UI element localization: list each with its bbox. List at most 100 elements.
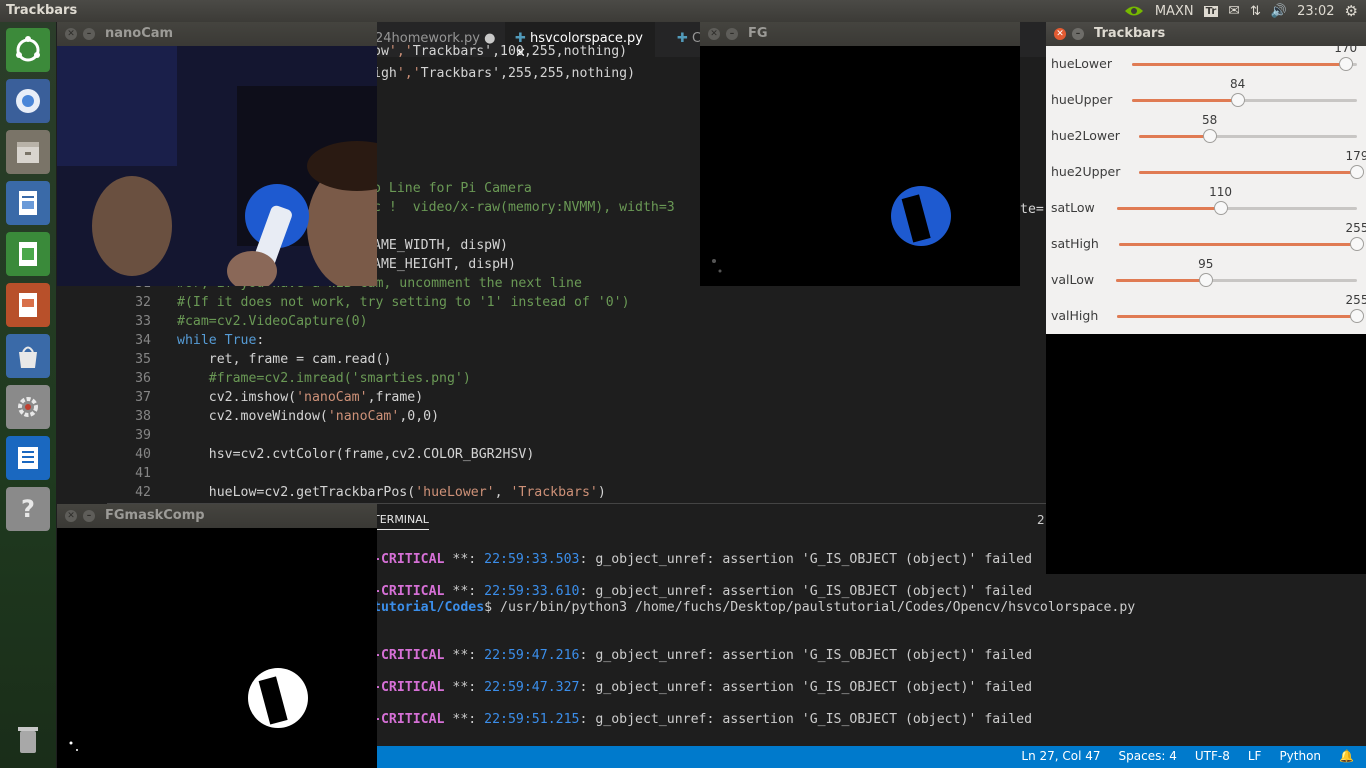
trackbar-slider[interactable] xyxy=(1132,93,1357,107)
trackbar-list: hueLower 170 hueUpper 84 hue2Lower 58 hue2Uppe… xyxy=(1046,41,1366,334)
window-title: FG xyxy=(748,26,768,41)
ubuntu-dash-icon[interactable] xyxy=(6,28,50,72)
terminal-line: -CRITICAL **: 22:59:33.503: g_object_unr… xyxy=(373,552,1033,567)
power-mode-label[interactable]: MAXN xyxy=(1155,4,1194,19)
trackbar-fill xyxy=(1116,279,1206,282)
trackbar-value: 95 xyxy=(1198,257,1214,271)
trackbar-slider[interactable] xyxy=(1117,201,1357,215)
terminal-line: tutorial/Codes$ /usr/bin/python3 /home/f… xyxy=(373,600,1136,615)
trackbar-row: hue2Lower 58 xyxy=(1046,113,1366,154)
trackbar-row: satLow 110 xyxy=(1046,185,1366,226)
trackbar-slider[interactable] xyxy=(1139,165,1364,179)
network-icon[interactable]: ⇅ xyxy=(1250,4,1261,19)
trackbar-handle[interactable] xyxy=(1338,57,1353,71)
bell-icon[interactable]: 🔔 xyxy=(1339,749,1354,763)
language-mode[interactable]: Python xyxy=(1279,749,1321,763)
fg-window: ✕ – FG xyxy=(700,22,1020,286)
window-title: Trackbars xyxy=(1094,26,1166,41)
trackbar-label: valLow xyxy=(1051,272,1095,287)
chromium-icon[interactable] xyxy=(6,79,50,123)
terminal-instance-selector[interactable]: 2 xyxy=(1037,513,1045,527)
trackbar-fill xyxy=(1139,171,1357,174)
mail-icon[interactable]: ✉ xyxy=(1228,3,1240,19)
trackbar-value: 179 xyxy=(1345,149,1366,163)
close-icon[interactable]: ✕ xyxy=(1054,28,1066,40)
minimize-icon[interactable]: – xyxy=(1072,28,1084,40)
status-bar: Ln 27, Col 47 Spaces: 4 UTF-8 LF Python … xyxy=(377,746,1366,768)
trackbar-fill xyxy=(1132,63,1346,66)
files-icon[interactable] xyxy=(6,130,50,174)
trackbar-value: 255 xyxy=(1345,293,1366,307)
trackbar-handle[interactable] xyxy=(1350,237,1364,251)
camera-feed xyxy=(57,46,377,286)
trackbar-value: 170 xyxy=(1334,41,1358,55)
software-center-icon[interactable] xyxy=(6,334,50,378)
trackbar-fill xyxy=(1117,207,1221,210)
trackbar-label: satHigh xyxy=(1051,236,1099,251)
trackbar-slider[interactable] xyxy=(1119,237,1364,251)
window-title: nanoCam xyxy=(105,26,174,41)
gear-icon[interactable]: ⚙ xyxy=(1345,2,1358,20)
trackbar-label: valHigh xyxy=(1051,308,1099,323)
terminal-line: -CRITICAL **: 22:59:33.610: g_object_unr… xyxy=(373,584,1033,599)
trackbar-label: hueLower xyxy=(1051,56,1112,71)
terminal-line: -CRITICAL **: 22:59:51.215: g_object_unr… xyxy=(373,712,1033,727)
launcher: ? xyxy=(0,22,56,768)
volume-icon[interactable]: 🔊 xyxy=(1271,4,1287,19)
system-tray: MAXN Tr ✉ ⇅ 🔊 23:02 ⚙ xyxy=(1123,0,1366,22)
window-titlebar[interactable]: ✕ – nanoCam xyxy=(57,22,377,46)
line-ending[interactable]: LF xyxy=(1248,749,1262,763)
trackbar-row: hue2Upper 179 xyxy=(1046,149,1366,190)
trackbar-value: 58 xyxy=(1201,113,1218,127)
trackbar-handle[interactable] xyxy=(1213,201,1228,215)
trackbar-row: hueLower 170 xyxy=(1046,41,1366,82)
window-titlebar[interactable]: ✕ – FG xyxy=(700,22,1020,46)
window-title: FGmaskComp xyxy=(105,508,205,523)
nanocam-window: ✕ – nanoCam xyxy=(57,22,377,286)
window-titlebar[interactable]: ✕ – Trackbars xyxy=(1046,22,1366,46)
terminal-line: -CRITICAL **: 22:59:47.216: g_object_unr… xyxy=(373,648,1033,663)
impress-icon[interactable] xyxy=(6,283,50,327)
calc-icon[interactable] xyxy=(6,232,50,276)
settings-icon[interactable] xyxy=(6,385,50,429)
trackbar-handle[interactable] xyxy=(1230,93,1245,107)
encoding[interactable]: UTF-8 xyxy=(1195,749,1230,763)
trackbar-label: hue2Upper xyxy=(1051,164,1121,179)
nvidia-icon[interactable] xyxy=(1123,4,1145,18)
close-icon[interactable]: ✕ xyxy=(65,28,77,40)
trackbar-slider[interactable] xyxy=(1116,273,1357,287)
active-window-title: Trackbars xyxy=(6,3,78,18)
trackbar-handle[interactable] xyxy=(1350,309,1364,323)
top-panel: Trackbars MAXN Tr ✉ ⇅ 🔊 23:02 ⚙ xyxy=(0,0,1366,22)
indentation[interactable]: Spaces: 4 xyxy=(1119,749,1177,763)
help-icon[interactable]: ? xyxy=(6,487,50,531)
keyboard-icon[interactable]: Tr xyxy=(1203,5,1219,17)
writer-icon[interactable] xyxy=(6,181,50,225)
fg-window-tail-text: te= xyxy=(1020,202,1044,217)
trackbar-slider[interactable] xyxy=(1139,129,1357,143)
trackbar-label: hueUpper xyxy=(1051,92,1113,107)
trackbar-handle[interactable] xyxy=(1198,273,1213,287)
minimize-icon[interactable]: – xyxy=(83,28,95,40)
minimize-icon[interactable]: – xyxy=(726,28,738,40)
foreground-view xyxy=(700,46,1020,286)
trackbar-handle[interactable] xyxy=(1350,165,1364,179)
trackbar-label: hue2Lower xyxy=(1051,128,1120,143)
window-titlebar[interactable]: ✕ – FGmaskComp xyxy=(57,504,377,528)
close-icon[interactable]: ✕ xyxy=(708,28,720,40)
trackbar-label: satLow xyxy=(1051,200,1095,215)
trackbars-window: ✕ – Trackbars hueLower 170 hueUpper 84 hue2L… xyxy=(1046,22,1366,574)
vscode-icon[interactable] xyxy=(6,436,50,480)
trackbar-fill xyxy=(1132,99,1238,102)
trackbar-value: 84 xyxy=(1229,77,1246,91)
trackbar-slider[interactable] xyxy=(1117,309,1364,323)
trash-icon[interactable] xyxy=(6,718,50,762)
clock[interactable]: 23:02 xyxy=(1297,4,1334,19)
trackbar-row: valHigh 255 xyxy=(1046,293,1366,334)
cursor-position[interactable]: Ln 27, Col 47 xyxy=(1021,749,1100,763)
tab-terminal[interactable]: TERMINAL xyxy=(373,513,429,530)
minimize-icon[interactable]: – xyxy=(83,510,95,522)
trackbar-handle[interactable] xyxy=(1202,129,1217,143)
close-icon[interactable]: ✕ xyxy=(65,510,77,522)
trackbar-slider[interactable] xyxy=(1132,57,1357,71)
